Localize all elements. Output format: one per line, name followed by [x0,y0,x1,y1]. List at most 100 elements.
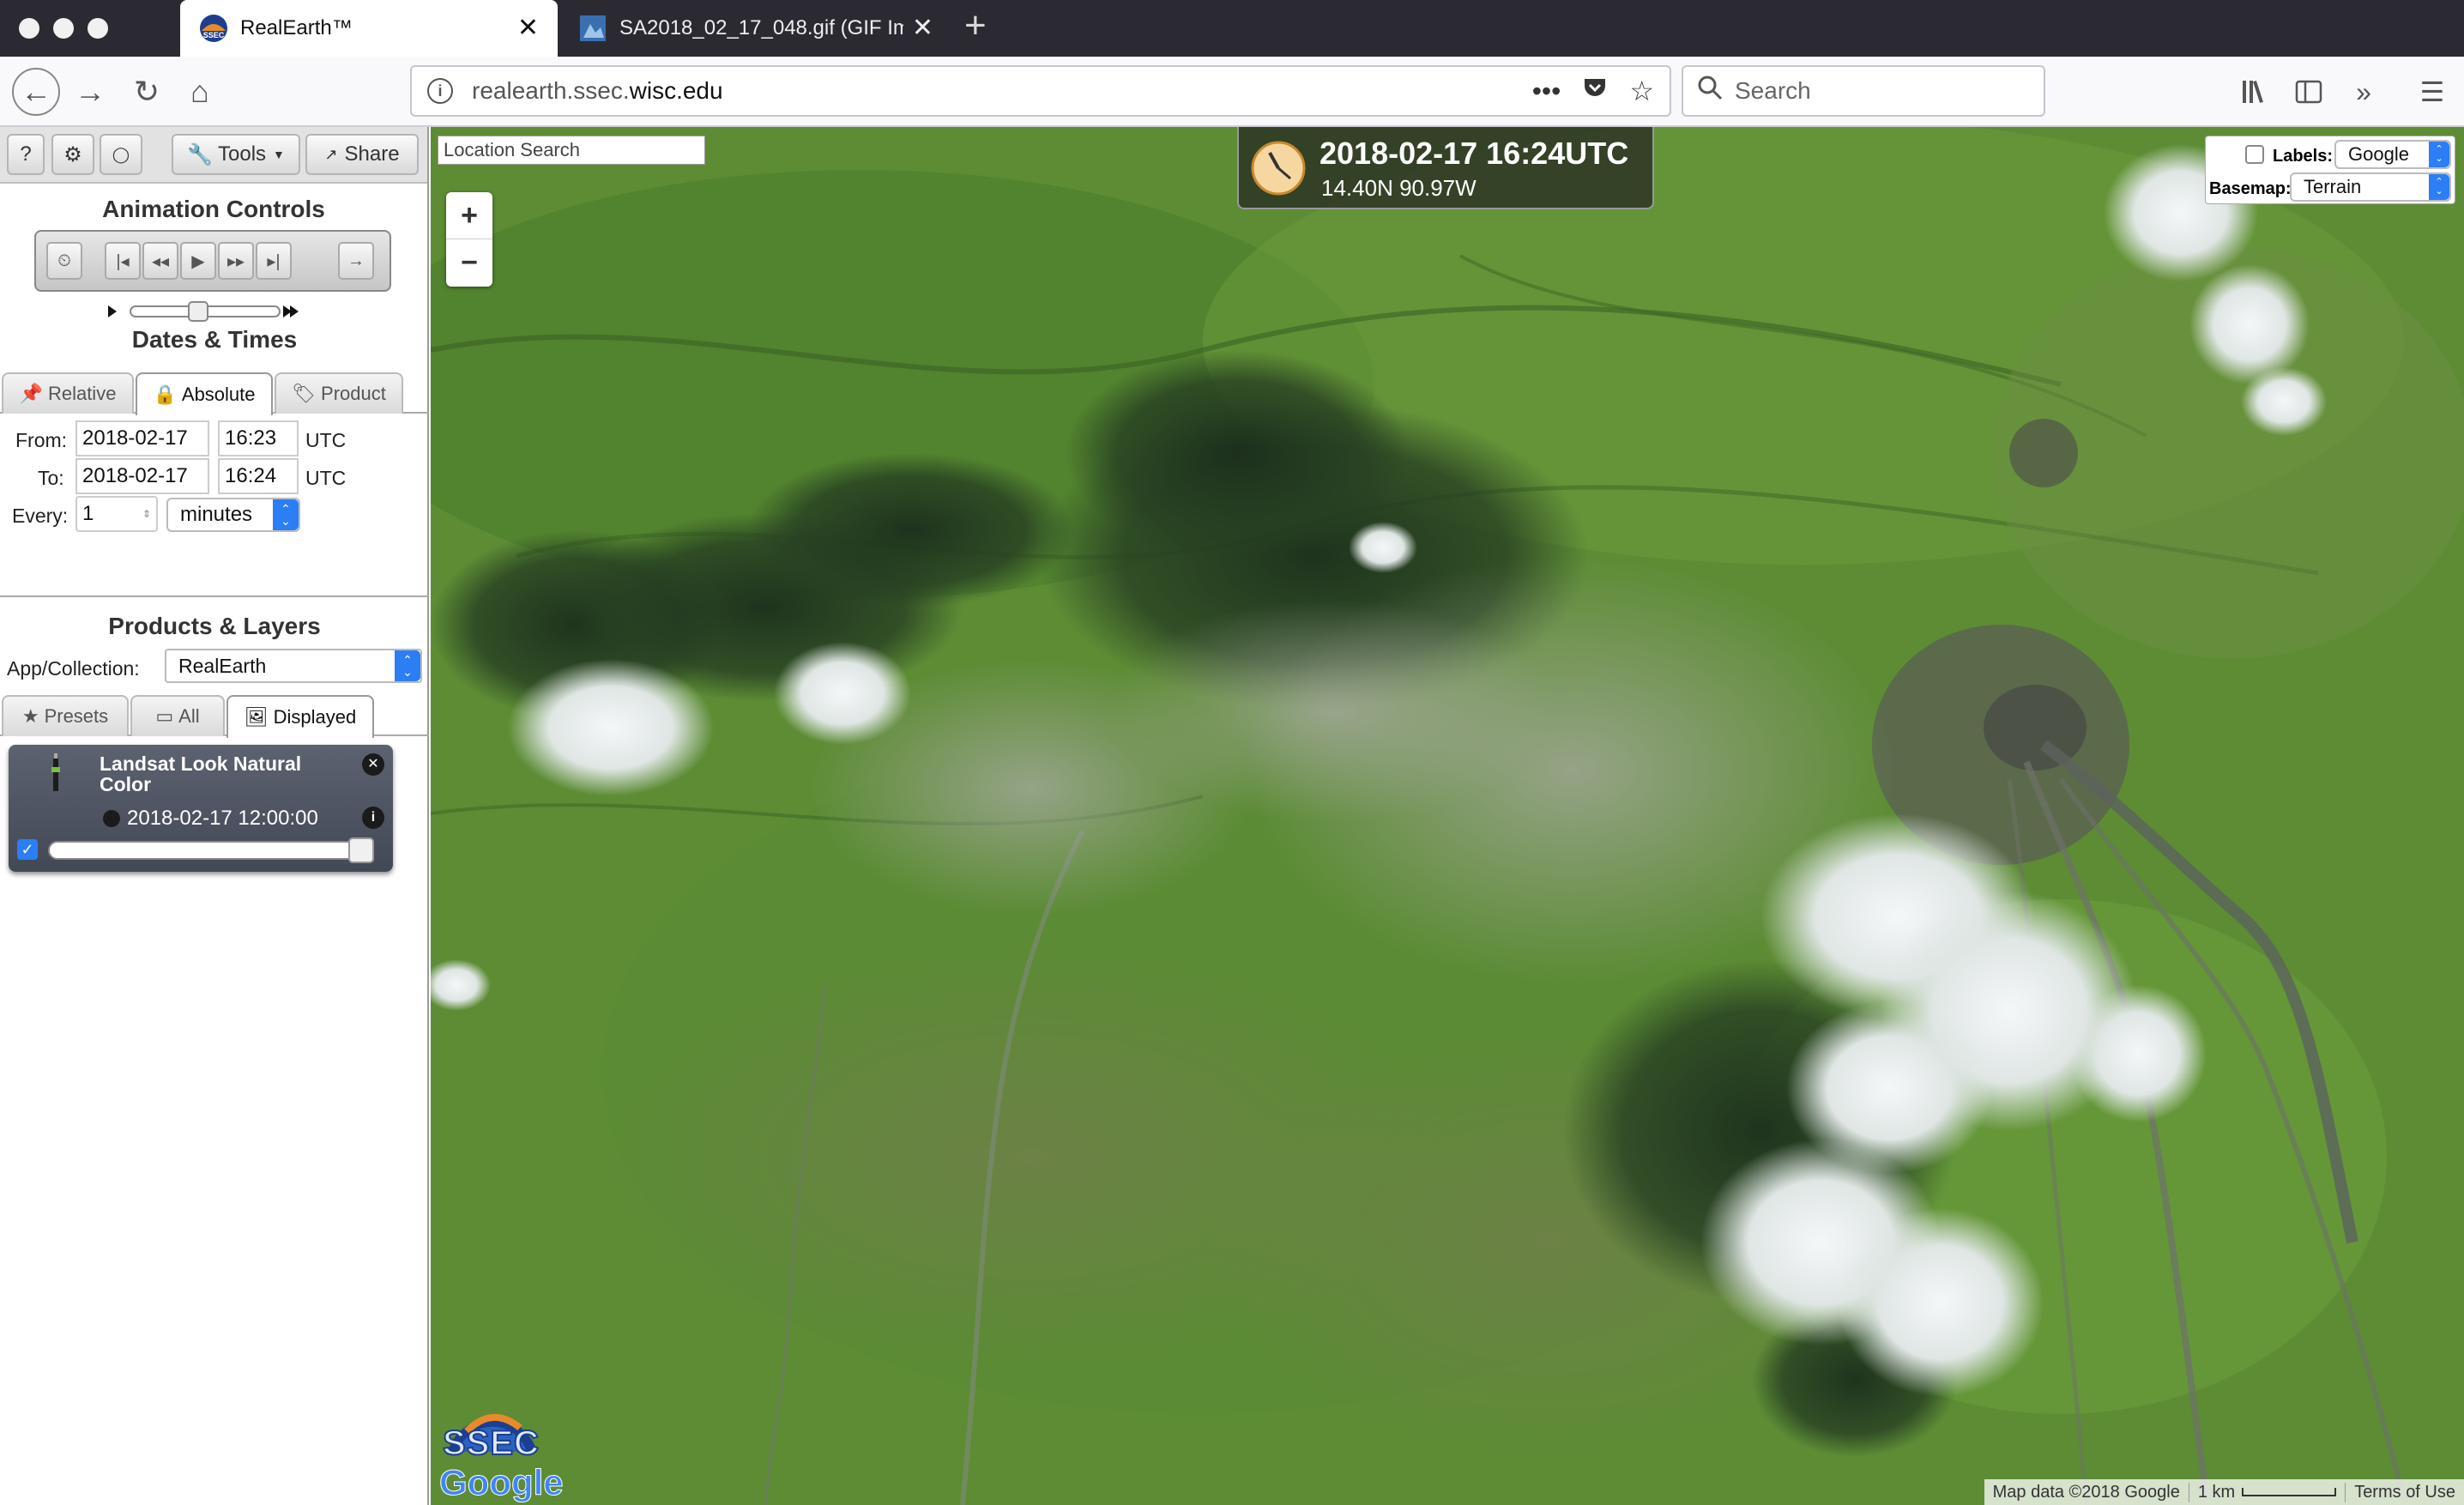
collection-select[interactable]: RealEarth ⌃ ⌄ [165,649,422,683]
scale-bar: 1 km [2188,1482,2345,1502]
wrench-icon: 🔧 [187,142,213,166]
minimize-window-dot[interactable] [53,18,74,39]
step-back-button[interactable]: ◂◂ [142,242,178,280]
maximize-window-dot[interactable] [88,18,108,39]
svg-text:SSEC: SSEC [203,31,225,39]
reload-button[interactable]: ↻ [125,70,168,113]
labels-label: Labels: [2273,147,2334,166]
labels-basemap-control: Labels: Google ⌃ ⌄ Basemap: Terrain ⌃ ⌄ [2205,136,2455,204]
speed-slider-thumb[interactable] [188,301,208,322]
back-button[interactable]: ← [12,68,60,116]
zoom-in-button[interactable]: + [446,192,492,239]
tab-realearth[interactable]: SSEC RealEarth™ ✕ [180,0,558,57]
to-date-input[interactable]: 2018-02-17 [75,458,209,494]
zoom-out-button[interactable]: − [446,239,492,287]
every-label: Every: [12,505,69,527]
collection-label: App/Collection: [7,657,140,680]
url-text[interactable]: realearth.ssec.wisc.edu [472,77,1512,105]
clock-icon [1251,141,1306,196]
tab-product[interactable]: 🏷 Product [275,372,403,414]
labels-checkbox[interactable] [2245,145,2264,164]
tools-label: Tools [218,142,267,166]
help-button[interactable]: ? [7,134,45,175]
from-label: From: [15,429,68,451]
step-forward-button[interactable]: ▸▸ [218,242,254,280]
play-icon: ▶ [191,251,205,271]
settings-button[interactable]: ⚙ [51,134,94,175]
step-back-icon: ◂◂ [151,251,170,271]
to-label: To: [38,467,64,489]
bookmark-star-icon[interactable]: ☆ [1629,75,1654,107]
tab-label: Presets [44,705,109,727]
to-tz-label: UTC [305,467,347,489]
basemap-select[interactable]: Terrain ⌃ ⌄ [2290,172,2451,202]
layer-visible-checkbox[interactable]: ✓ [17,839,38,860]
play-button[interactable]: ▶ [180,242,216,280]
site-info-icon[interactable]: i [427,78,453,104]
zoom-control: + − [446,192,492,287]
first-frame-button[interactable]: |◂ [105,242,141,280]
address-bar[interactable]: i realearth.ssec.wisc.edu ••• ☆ [410,65,1671,117]
layer-info-icon[interactable]: i [362,807,384,829]
speed-slider[interactable] [103,299,309,324]
page-actions-icon[interactable]: ••• [1532,76,1561,107]
every-stepper[interactable]: 1 ⇕ [75,496,158,532]
new-tab-button[interactable]: + [964,7,987,45]
tools-button[interactable]: 🔧 Tools ▼ [172,134,300,175]
location-search-input[interactable] [438,136,705,165]
tab-all[interactable]: ▭ All [130,695,225,736]
dates-times-heading: Dates & Times [131,326,298,353]
url-prefix: realearth.ssec. [472,77,630,104]
close-tab-icon[interactable]: ✕ [517,15,539,41]
tab-absolute[interactable]: 🔒 Absolute [136,372,273,415]
terms-link[interactable]: Terms of Use [2345,1482,2464,1502]
labels-select[interactable]: Google ⌃ ⌄ [2334,140,2451,169]
overflow-chevrons-icon[interactable]: » [2342,70,2385,113]
last-frame-button[interactable]: ▸| [256,242,292,280]
map-view[interactable]: + − 2018-02-17 16:24UTC 14.40N 90.97W La… [431,127,2464,1505]
close-window-dot[interactable] [19,18,39,39]
opacity-slider-thumb[interactable] [348,837,374,863]
select-arrows-icon: ⌃ ⌄ [273,499,299,530]
next-button[interactable]: → [338,242,374,280]
tab-presets[interactable]: ★ Presets [2,695,129,736]
coordinates-label: 14.40N 90.97W [1321,175,1477,201]
opacity-fill [50,843,372,858]
time-overlay: 2018-02-17 16:24UTC 14.40N 90.97W [1237,127,1654,209]
tab-title: SA2018_02_17_048.gif (GIF Imag [619,16,903,39]
select-arrows-icon: ⌃ ⌄ [395,650,420,681]
sidebar-toggle-icon[interactable] [2287,70,2330,113]
to-time-input[interactable]: 16:24 [218,458,299,494]
stepper-arrows-icon[interactable]: ⇕ [142,509,151,519]
tab-label: Absolute [181,384,256,405]
timer-button[interactable]: ⏲ [46,242,82,280]
layer-card[interactable]: Landsat Look Natural Color ✕ 2018-02-17 … [9,745,393,872]
hamburger-menu-icon[interactable]: ☰ [2411,70,2454,113]
map-attribution: Map data ©2018 Google 1 km Terms of Use [1984,1479,2464,1505]
every-unit-select[interactable]: minutes ⌃ ⌄ [166,498,300,532]
tab-relative[interactable]: 📌 Relative [2,372,134,414]
share-button[interactable]: ↗ Share [305,134,419,175]
tab-displayed[interactable]: 🖼 Displayed [226,695,374,738]
tag-icon: 🏷 [292,383,317,404]
from-date-input[interactable]: 2018-02-17 [75,420,209,456]
forward-button[interactable]: → [69,70,112,113]
layer-name: Landsat Look Natural Color [100,752,302,795]
from-time-input[interactable]: 16:23 [218,420,299,456]
user-button[interactable]: ◯ [100,134,142,175]
sidebar-toolbar: ? ⚙ ◯ 🔧 Tools ▼ ↗ Share [0,127,427,184]
tab-gif-image[interactable]: SA2018_02_17_048.gif (GIF Imag ✕ [559,0,952,57]
tab-strip: SSEC RealEarth™ ✕ SA2018_02_17_048.gif (… [0,0,2464,57]
search-input[interactable] [1735,77,2026,105]
library-icon[interactable] [2234,70,2277,113]
star-icon: ★ [21,705,39,727]
close-tab-icon[interactable]: ✕ [912,15,933,41]
remove-layer-icon[interactable]: ✕ [362,753,384,776]
home-button[interactable]: ⌂ [178,70,221,113]
tab-title: RealEarth™ [240,16,353,39]
clock-icon [103,810,120,827]
tab-label: All [178,705,200,727]
pocket-icon[interactable] [1581,74,1609,108]
search-bar[interactable] [1682,65,2045,117]
opacity-slider[interactable] [48,841,374,860]
